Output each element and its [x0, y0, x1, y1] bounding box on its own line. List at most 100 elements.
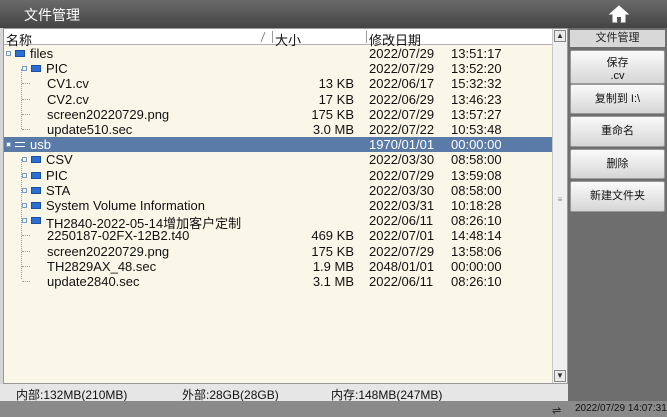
- expand-icon[interactable]: [22, 203, 27, 208]
- folder-icon: [15, 50, 25, 57]
- file-size: 3.0 MB: [312, 122, 354, 137]
- file-name: CSV: [46, 152, 73, 168]
- file-row[interactable]: PIC 2022/07/29 13:52:20: [4, 61, 552, 76]
- home-icon: [608, 5, 630, 23]
- file-row[interactable]: screen20220729.png 175 KB 2022/07/29 13:57:…: [4, 107, 552, 122]
- folder-icon: [31, 171, 41, 179]
- file-time: 00:00:00: [451, 137, 502, 153]
- expand-icon[interactable]: [6, 51, 11, 56]
- file-time: 13:58:06: [451, 243, 502, 259]
- scroll-grip-icon[interactable]: ≡: [556, 195, 564, 205]
- tree-branch-icon: [22, 281, 30, 282]
- scroll-down-icon[interactable]: ▼: [554, 370, 566, 382]
- file-time: 13:52:20: [451, 61, 502, 77]
- tree-branch-icon: [22, 250, 30, 252]
- file-time: 08:58:00: [451, 182, 502, 198]
- file-name: usb: [30, 137, 51, 153]
- file-row[interactable]: update510.sec 3.0 MB 2022/07/22 10:53:48: [4, 122, 552, 137]
- file-date: 2022/07/29: [369, 106, 435, 122]
- file-size: 17 KB: [318, 91, 354, 107]
- file-date: 2022/06/11: [369, 213, 434, 229]
- file-date: 2022/06/29: [369, 91, 435, 107]
- save-extension: .cv: [610, 70, 625, 82]
- file-name: files: [30, 46, 54, 61]
- title-bar: 文件管理: [0, 0, 667, 28]
- file-date: 2022/03/31: [369, 198, 435, 213]
- expand-icon[interactable]: [22, 187, 27, 193]
- file-name: STA: [46, 182, 71, 198]
- file-name: CV1.cv: [47, 76, 89, 92]
- expand-icon[interactable]: [22, 172, 27, 178]
- file-name: screen20220729.png: [47, 106, 170, 122]
- file-date: 2022/07/29: [369, 61, 435, 77]
- file-time: 10:53:48: [451, 122, 502, 137]
- file-time: 13:51:17: [451, 46, 502, 61]
- folder-icon: [31, 186, 41, 194]
- file-row[interactable]: update2840.sec 3.1 MB 2022/06/11 08:26:10: [4, 274, 552, 289]
- file-name: PIC: [46, 61, 68, 77]
- resize-handle-icon[interactable]: [260, 31, 266, 43]
- file-time: 08:58:00: [451, 152, 502, 168]
- expand-icon[interactable]: [22, 66, 27, 72]
- file-row[interactable]: files 2022/07/29 13:51:17: [4, 46, 552, 61]
- file-row[interactable]: PIC 2022/07/29 13:59:08: [4, 168, 552, 183]
- scroll-up-icon[interactable]: ▲: [554, 30, 566, 42]
- file-time: 13:46:23: [451, 91, 502, 107]
- file-time: 13:59:08: [451, 167, 502, 183]
- file-row[interactable]: TH2840-2022-05-14增加客户定制 2022/06/11 08:26:1…: [4, 213, 552, 231]
- file-time: 13:57:27: [451, 106, 502, 122]
- drive-icon: [15, 142, 25, 148]
- expand-icon[interactable]: [22, 218, 27, 224]
- delete-button[interactable]: 删除: [570, 149, 665, 179]
- file-size: 13 KB: [318, 76, 354, 92]
- file-row[interactable]: usb 1970/01/01 00:00:00: [4, 137, 552, 153]
- file-date: 2022/03/30: [369, 152, 435, 168]
- file-time: 15:32:32: [451, 76, 502, 92]
- file-date: 2022/07/01: [369, 228, 435, 244]
- folder-icon: [31, 202, 41, 209]
- file-size: 175 KB: [311, 106, 354, 122]
- file-date: 2048/01/01: [369, 258, 435, 274]
- clock: 2022/07/29 14:07:31: [575, 403, 667, 414]
- vertical-scrollbar[interactable]: ▲ ≡ ▼: [552, 29, 567, 383]
- file-size: 469 KB: [311, 228, 354, 244]
- file-name: TH2829AX_48.sec: [47, 258, 157, 274]
- expand-icon[interactable]: [22, 157, 27, 163]
- file-row[interactable]: System Volume Information 2022/03/31 10:18…: [4, 198, 552, 213]
- file-row[interactable]: CSV 2022/03/30 08:58:00: [4, 152, 552, 167]
- home-button[interactable]: [606, 3, 632, 25]
- file-name: update510.sec: [47, 122, 133, 137]
- file-name: System Volume Information: [46, 198, 205, 213]
- file-name: screen20220729.png: [47, 243, 170, 259]
- file-row[interactable]: screen20220729.png 175 KB 2022/07/29 13:58:…: [4, 244, 552, 259]
- file-row[interactable]: 2250187-02FX-12B2.t40 469 KB 2022/07/01 14:…: [4, 228, 552, 243]
- rename-button[interactable]: 重命名: [570, 116, 665, 147]
- new-folder-button[interactable]: 新建文件夹: [570, 181, 665, 212]
- file-date: 2022/07/29: [369, 167, 435, 183]
- copy-to-button[interactable]: 复制到 I:\: [570, 84, 665, 114]
- file-time: 10:18:28: [451, 198, 502, 213]
- file-size: 3.1 MB: [312, 274, 354, 289]
- tree-branch-icon: [22, 129, 30, 130]
- file-date: 2022/06/17: [369, 76, 435, 92]
- file-row[interactable]: CV2.cv 17 KB 2022/06/29 13:46:23: [4, 92, 552, 107]
- sidebar-title: 文件管理: [570, 30, 665, 47]
- file-time: 14:48:14: [451, 228, 502, 244]
- save-button[interactable]: 保存 .cv: [570, 50, 665, 84]
- file-name: update2840.sec: [47, 274, 140, 289]
- copy-to-label: 复制到 I:\: [594, 93, 641, 105]
- file-row[interactable]: STA 2022/03/30 08:58:00: [4, 183, 552, 198]
- file-size: 175 KB: [311, 243, 354, 259]
- file-time: 08:26:10: [451, 274, 502, 289]
- file-time: 00:00:00: [451, 258, 502, 274]
- file-row[interactable]: CV1.cv 13 KB 2022/06/17 15:32:32: [4, 76, 552, 91]
- file-row[interactable]: TH2829AX_48.sec 1.9 MB 2048/01/01 00:00:00: [4, 259, 552, 274]
- file-size: 1.9 MB: [312, 258, 354, 274]
- file-name: CV2.cv: [47, 91, 89, 107]
- file-list-panel: 名称 大小 修改日期 files 2022/07/29 13:51:17 PIC 202…: [3, 28, 568, 384]
- tree-branch-icon: [22, 98, 30, 100]
- file-date: 2022/07/29: [369, 46, 435, 61]
- window-title: 文件管理: [24, 7, 80, 23]
- expand-icon[interactable]: [6, 142, 11, 148]
- file-date: 1970/01/01: [369, 137, 435, 153]
